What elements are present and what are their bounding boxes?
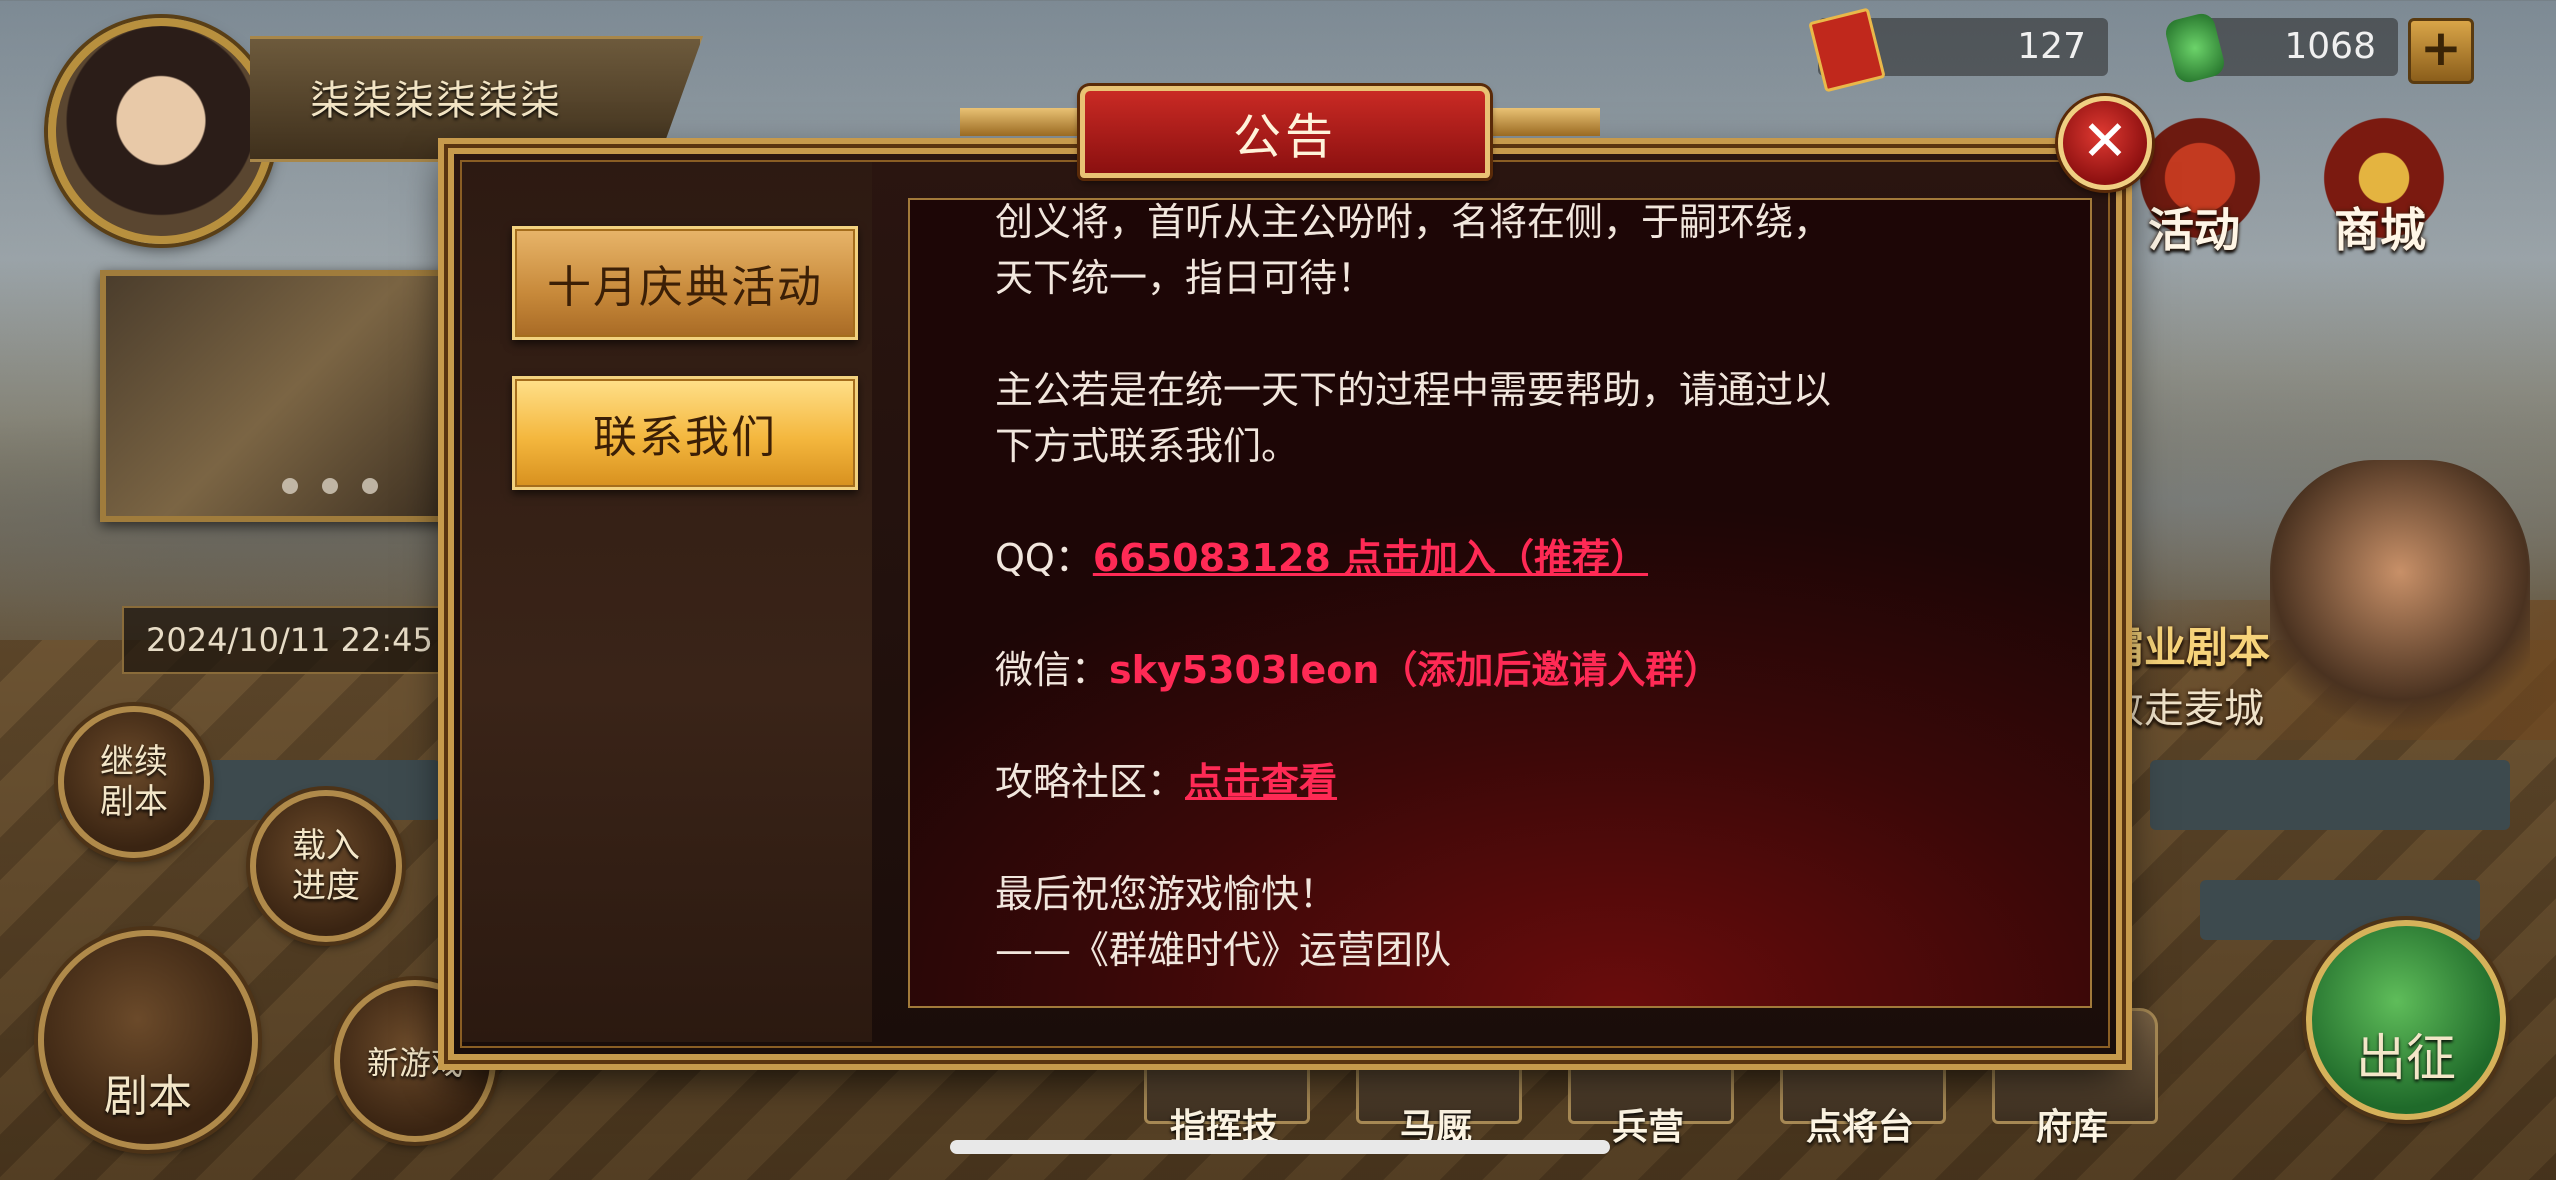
tab-contact-us-label: 联系我们: [593, 412, 777, 463]
datetime-label: 2024/10/11 22:45 对: [122, 606, 488, 674]
home-indicator[interactable]: [950, 1140, 1610, 1154]
dialog-title-text: 公告: [1232, 109, 1337, 165]
shop-label[interactable]: 商城: [2334, 194, 2426, 260]
title-ornament-left: [960, 108, 1080, 136]
deploy-button[interactable]: 出征: [2306, 920, 2506, 1120]
load-progress-label: 载入进度: [292, 826, 360, 906]
content-line: 创义将，首听从主公吩咐，名将在侧，于嗣环绕，: [995, 200, 1832, 244]
tab-contact-us[interactable]: 联系我们: [512, 376, 858, 490]
wechat-label: 微信：: [995, 648, 1110, 692]
campaign-subtitle: 败走麦城: [2104, 686, 2264, 732]
community-label: 攻略社区：: [995, 760, 1186, 804]
wechat-row: 微信：sky5303leon（添加后邀请入群）: [995, 642, 2015, 698]
title-ornament-right: [1480, 108, 1600, 136]
script-label: 剧本: [104, 1071, 192, 1122]
tokens-value: 127: [2017, 26, 2086, 67]
dialog-title: 公告: [1080, 86, 1490, 178]
qq-join-link[interactable]: 665083128 点击加入（推荐）: [1093, 536, 1648, 580]
building-roof: [2150, 760, 2510, 830]
announcement-dialog: 十月庆典活动 联系我们 创义将，首听从主公吩咐，名将在侧，于嗣环绕， 天下统一，…: [448, 148, 2122, 1060]
campaign-title: 霸业剧本: [2102, 623, 2271, 672]
player-name: 柒柒柒柒柒柒: [310, 78, 562, 124]
carousel-dot: [282, 478, 298, 494]
activity-label[interactable]: 活动: [2148, 194, 2240, 260]
bottom-nav-treasury[interactable]: 府库: [1992, 1098, 2152, 1150]
tab-october-event[interactable]: 十月庆典活动: [512, 226, 858, 340]
tab-panel: 十月庆典活动 联系我们: [462, 162, 872, 1042]
announcement-text: 创义将，首听从主公吩咐，名将在侧，于嗣环绕， 天下统一，指日可待！ 主公若是在统…: [995, 200, 2015, 978]
carousel-dot: [322, 478, 338, 494]
community-view-link[interactable]: 点击查看: [1185, 760, 1337, 804]
content-line: 主公若是在统一天下的过程中需要帮助，请通过以: [995, 368, 1832, 412]
add-jade-button[interactable]: +: [2408, 18, 2474, 84]
announcement-content[interactable]: 创义将，首听从主公吩咐，名将在侧，于嗣环绕， 天下统一，指日可待！ 主公若是在统…: [908, 198, 2092, 1008]
close-icon: ✕: [2081, 109, 2129, 174]
continue-script-label: 继续剧本: [100, 742, 168, 822]
community-row: 攻略社区：点击查看: [995, 754, 2015, 810]
deploy-label: 出征: [2356, 1029, 2456, 1087]
content-line: 天下统一，指日可待！: [995, 256, 1376, 300]
load-progress-button[interactable]: 载入进度: [250, 790, 402, 942]
wechat-id: sky5303leon（添加后邀请入群）: [1109, 648, 1722, 692]
carousel-dot: [362, 478, 378, 494]
tab-october-event-label: 十月庆典活动: [547, 262, 823, 313]
jade-value: 1068: [2284, 26, 2376, 67]
qq-label: QQ：: [995, 536, 1093, 580]
general-portrait: [2270, 460, 2530, 740]
player-avatar[interactable]: [48, 18, 274, 244]
qq-row: QQ：665083128 点击加入（推荐）: [995, 530, 2015, 586]
closing-signature: ——《群雄时代》运营团队: [995, 928, 1452, 972]
closing-line: 最后祝您游戏愉快！: [995, 872, 1338, 916]
close-button[interactable]: ✕: [2058, 96, 2152, 190]
continue-script-button[interactable]: 继续剧本: [58, 706, 210, 858]
content-line: 下方式联系我们。: [995, 424, 1300, 468]
script-button[interactable]: 剧本: [38, 930, 258, 1150]
bottom-nav-general-hall[interactable]: 点将台: [1780, 1098, 1940, 1150]
